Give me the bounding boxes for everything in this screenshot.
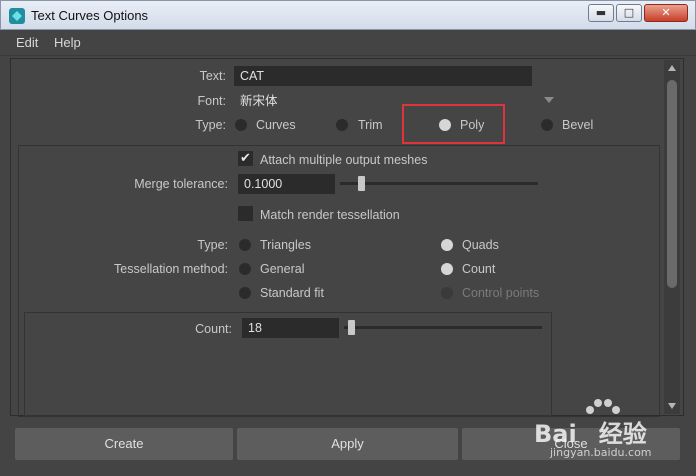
radio-quads-label: Quads	[462, 238, 499, 252]
watermark-brand: Bai 经验	[534, 420, 647, 448]
vertical-scrollbar[interactable]	[664, 60, 680, 414]
maximize-button[interactable]: □	[616, 4, 642, 22]
radio-general[interactable]	[239, 263, 251, 275]
radio-standard-fit[interactable]	[239, 287, 251, 299]
chevron-down-icon[interactable]	[544, 97, 554, 103]
minimize-button[interactable]: ▬	[588, 4, 614, 22]
radio-count[interactable]	[441, 263, 453, 275]
match-render-label: Match render tessellation	[260, 208, 400, 222]
count-slider-handle[interactable]	[348, 320, 355, 335]
radio-general-label: General	[260, 262, 305, 276]
attach-label: Attach multiple output meshes	[260, 153, 428, 167]
radio-curves[interactable]	[235, 119, 247, 131]
radio-count-label: Count	[462, 262, 496, 276]
match-render-checkbox[interactable]	[238, 206, 253, 221]
radio-curves-label: Curves	[256, 118, 296, 132]
radio-standard-fit-label: Standard fit	[260, 286, 324, 300]
watermark: Bai 经验 jingyan.baidu.com	[532, 396, 692, 474]
menu-help[interactable]: Help	[54, 35, 81, 50]
maya-app-icon	[9, 8, 25, 24]
radio-bevel[interactable]	[541, 119, 553, 131]
text-label: Text:	[199, 69, 226, 83]
title-bar: Text Curves Options ▬ □ ✕	[0, 0, 696, 30]
window-title: Text Curves Options	[31, 8, 149, 23]
watermark-url: jingyan.baidu.com	[550, 446, 652, 459]
poly-highlight-box	[402, 104, 505, 144]
radio-trim-label: Trim	[358, 118, 383, 132]
apply-button[interactable]: Apply	[237, 428, 458, 460]
tessellation-method-label: Tessellation method:	[114, 262, 228, 276]
scroll-up-arrow-icon[interactable]	[668, 65, 676, 71]
count-slider[interactable]	[344, 326, 542, 329]
mesh-type-label: Type:	[197, 238, 228, 252]
radio-bevel-label: Bevel	[562, 118, 594, 132]
radio-trim[interactable]	[336, 119, 348, 131]
close-window-button[interactable]: ✕	[644, 4, 688, 22]
type-label: Type:	[195, 118, 226, 132]
merge-tolerance-slider-handle[interactable]	[358, 176, 365, 191]
scroll-thumb[interactable]	[667, 80, 677, 288]
count-label: Count:	[195, 322, 232, 336]
text-input[interactable]	[234, 66, 532, 86]
merge-tolerance-input[interactable]	[238, 174, 335, 194]
radio-triangles[interactable]	[239, 239, 251, 251]
font-label: Font:	[197, 94, 227, 108]
menu-edit[interactable]: Edit	[16, 35, 38, 50]
create-button[interactable]: Create	[15, 428, 233, 460]
radio-quads[interactable]	[441, 239, 453, 251]
radio-control-points	[441, 287, 453, 299]
merge-tolerance-slider[interactable]	[340, 182, 538, 185]
count-input[interactable]	[242, 318, 339, 338]
radio-triangles-label: Triangles	[260, 238, 311, 252]
attach-checkbox[interactable]: ✔	[238, 151, 253, 166]
menu-bar: Edit Help	[0, 30, 696, 56]
radio-control-points-label: Control points	[462, 286, 540, 300]
merge-tolerance-label: Merge tolerance:	[134, 177, 228, 191]
font-value: 新宋体	[240, 94, 278, 108]
